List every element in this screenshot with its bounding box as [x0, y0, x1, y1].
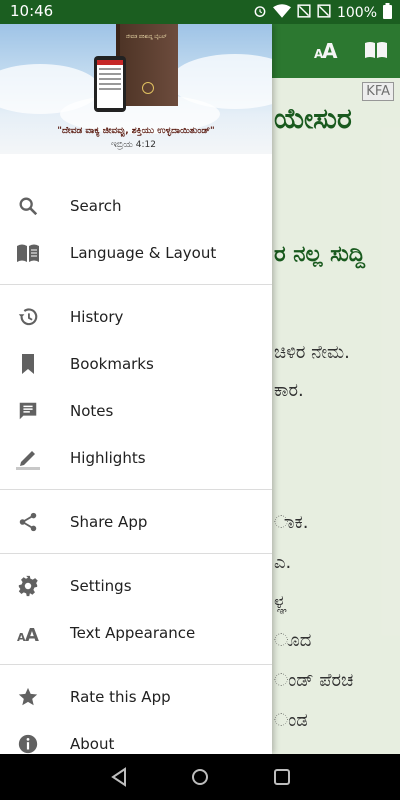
no-sim-icon-2 [317, 4, 331, 22]
share-icon [16, 510, 40, 534]
menu-divider [0, 664, 272, 665]
menu-item-search[interactable]: Search [0, 182, 272, 229]
menu-item-rate-app[interactable]: Rate this App [0, 673, 272, 720]
drawer-header-banner: ದೇವಡ ಪರಿಶುದ್ಧ ಬೈಬಲ್ "ದೇವಡ ವಾಕ್ಯ ಜೀವವ್ಪು,… [0, 24, 272, 154]
menu-item-text-appearance[interactable]: AA Text Appearance [0, 609, 272, 656]
menu-item-history[interactable]: History [0, 293, 272, 340]
home-icon[interactable] [190, 767, 210, 787]
navigation-drawer: ದೇವಡ ಪರಿಶುದ್ಧ ಬೈಬಲ್ "ದೇವಡ ವಾಕ್ಯ ಜೀವವ್ಪು,… [0, 24, 272, 754]
status-bar: 10:46 100% [0, 0, 400, 24]
menu-label: Rate this App [70, 687, 171, 706]
note-icon [16, 399, 40, 423]
menu-label: Notes [70, 401, 114, 420]
back-icon[interactable] [110, 767, 130, 787]
svg-text:A: A [25, 625, 39, 644]
menu-item-notes[interactable]: Notes [0, 387, 272, 434]
battery-percent: 100% [336, 5, 377, 21]
info-icon [16, 732, 40, 755]
search-icon [16, 194, 40, 218]
menu-item-highlights[interactable]: Highlights [0, 434, 272, 481]
history-icon [16, 305, 40, 329]
header-quote: "ದೇವಡ ವಾಕ್ಯ ಜೀವವ್ಪು, ಶಕ್ತಿಯು ಉಳ್ಳದಾಯಿತುಂ… [57, 126, 215, 136]
header-reference: ಇಬ್ರಿಯ 4:12 [110, 140, 156, 150]
menu-label: Bookmarks [70, 354, 154, 373]
status-time: 10:46 [10, 2, 54, 20]
menu-label: Search [70, 196, 122, 215]
gear-icon [16, 574, 40, 598]
menu-divider [0, 489, 272, 490]
menu-label: Settings [70, 576, 132, 595]
menu-label: Language & Layout [70, 243, 217, 262]
alarm-icon [253, 4, 267, 22]
highlighter-icon [16, 446, 40, 470]
battery-icon [383, 3, 392, 23]
menu-item-about[interactable]: About [0, 720, 272, 754]
star-icon [16, 685, 40, 709]
menu-divider [0, 284, 272, 285]
wifi-icon [272, 4, 291, 22]
menu-item-settings[interactable]: Settings [0, 562, 272, 609]
status-icons: 100% [253, 3, 392, 23]
menu-label: Text Appearance [70, 623, 196, 642]
menu-divider [0, 553, 272, 554]
book-open-icon [16, 241, 40, 265]
menu-label: Share App [70, 512, 148, 531]
bookmark-icon [16, 352, 40, 376]
drawer-scrim[interactable] [272, 24, 400, 754]
menu-item-share-app[interactable]: Share App [0, 498, 272, 545]
phone-image [94, 56, 126, 112]
drawer-menu: Search Language & Layout History Bookmar… [0, 182, 272, 754]
menu-label: History [70, 307, 124, 326]
menu-label: Highlights [70, 448, 146, 467]
menu-item-language-layout[interactable]: Language & Layout [0, 229, 272, 276]
menu-item-bookmarks[interactable]: Bookmarks [0, 340, 272, 387]
text-size-icon: AA [16, 621, 40, 645]
recents-icon[interactable] [272, 767, 292, 787]
system-navigation-bar [0, 754, 400, 800]
menu-label: About [70, 734, 115, 753]
no-sim-icon [297, 4, 311, 22]
